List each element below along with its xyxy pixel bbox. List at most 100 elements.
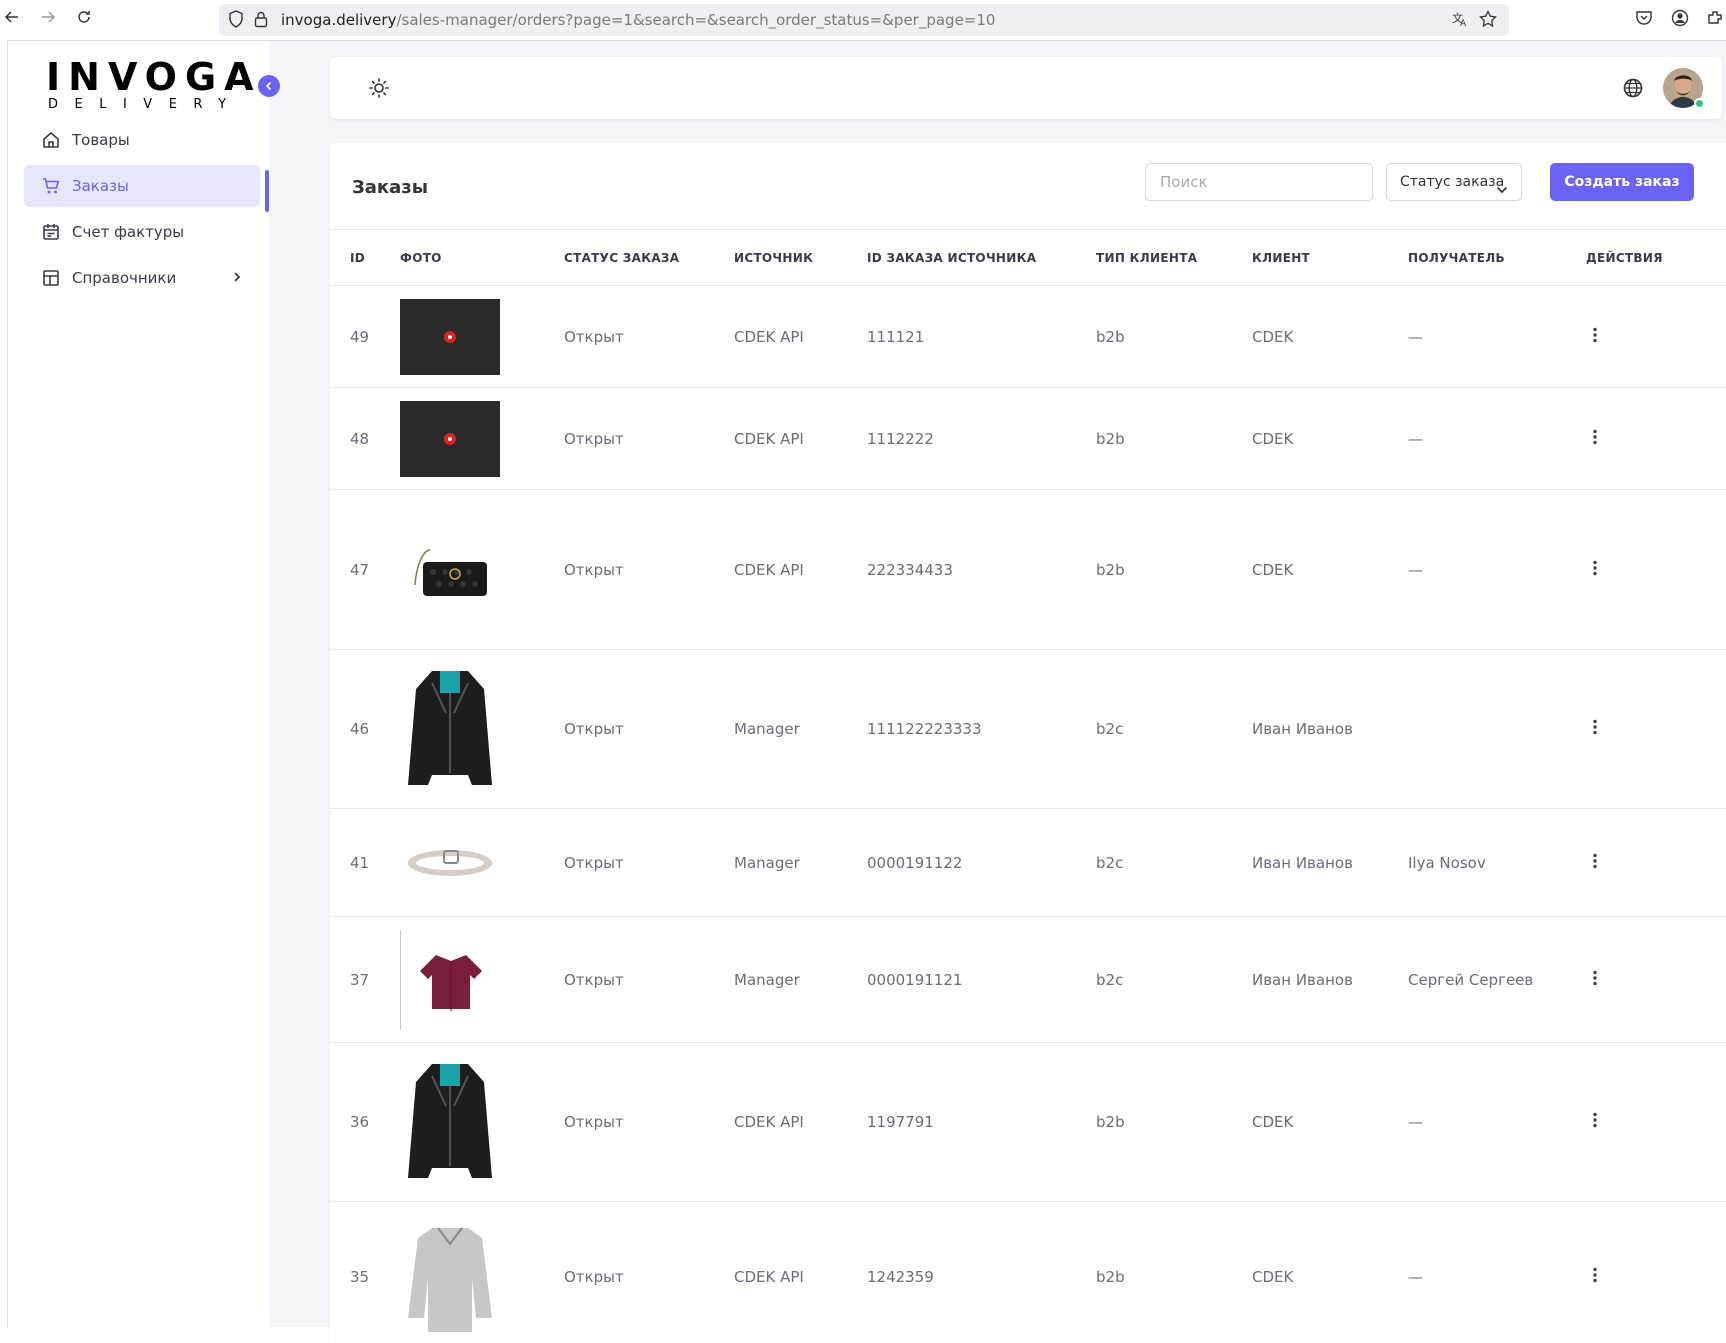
order-client: Иван Иванов (1252, 809, 1408, 917)
active-indicator (265, 170, 269, 212)
sidebar-item-orders[interactable]: Заказы (24, 165, 260, 207)
order-id: 49 (330, 286, 400, 388)
more-vertical-icon[interactable] (1592, 560, 1598, 580)
layout-icon (40, 267, 62, 289)
create-order-button[interactable]: Создать заказ (1550, 163, 1694, 201)
order-id: 35 (330, 1202, 400, 1343)
pocket-icon[interactable] (1635, 9, 1653, 31)
order-source: Manager (734, 917, 867, 1043)
order-client: Иван Иванов (1252, 650, 1408, 809)
order-source-id: 1197791 (867, 1043, 1096, 1202)
sidebar-item-products[interactable]: Товары (24, 119, 260, 161)
table-row[interactable]: 47ОткрытCDEK API222334433b2bCDEK— (330, 490, 1726, 650)
order-client-type: b2c (1096, 917, 1252, 1043)
browser-toolbar: invoga.delivery/sales-manager/orders?pag… (0, 0, 1726, 40)
collapse-sidebar-button[interactable] (258, 75, 280, 97)
header-id[interactable]: ID (330, 230, 400, 286)
order-client-type: b2c (1096, 650, 1252, 809)
header-recipient[interactable]: ПОЛУЧАТЕЛЬ (1408, 230, 1586, 286)
order-recipient: Сергей Сергеев (1408, 917, 1586, 1043)
more-vertical-icon[interactable] (1592, 327, 1598, 347)
theme-toggle-sun-icon[interactable] (368, 77, 390, 103)
home-icon (40, 129, 62, 151)
sidebar-menu: Товары Заказы Счет фактуры Справочники (24, 119, 260, 303)
order-photo[interactable] (400, 1202, 564, 1343)
sidebar-item-label: Заказы (72, 177, 129, 195)
chevron-right-icon (230, 268, 244, 290)
order-photo[interactable] (400, 1043, 564, 1202)
order-client-type: b2b (1096, 286, 1252, 388)
order-status: Открыт (564, 490, 734, 650)
order-status: Открыт (564, 1043, 734, 1202)
table-row[interactable]: 49ОткрытCDEK API111121b2bCDEK— (330, 286, 1726, 388)
account-icon[interactable] (1671, 9, 1689, 31)
header-client-type[interactable]: ТИП КЛИЕНТА (1096, 230, 1252, 286)
table-row[interactable]: 48ОткрытCDEK API1112222b2bCDEK— (330, 388, 1726, 490)
address-bar[interactable]: invoga.delivery/sales-manager/orders?pag… (219, 4, 1509, 36)
order-source-id: 1112222 (867, 388, 1096, 490)
translate-icon[interactable]: 文A (1451, 10, 1469, 32)
language-globe-icon[interactable] (1622, 77, 1644, 103)
reload-icon[interactable] (72, 8, 96, 32)
sidebar-item-label: Справочники (72, 269, 176, 287)
order-status: Открыт (564, 809, 734, 917)
order-client-type: b2c (1096, 809, 1252, 917)
order-actions (1586, 650, 1726, 809)
order-actions (1586, 490, 1726, 650)
more-vertical-icon[interactable] (1592, 1112, 1598, 1132)
more-vertical-icon[interactable] (1592, 429, 1598, 449)
sidebar-item-label: Товары (72, 131, 130, 149)
bookmark-star-icon[interactable] (1479, 10, 1497, 32)
order-photo[interactable] (400, 650, 564, 809)
order-client: CDEK (1252, 490, 1408, 650)
order-source: CDEK API (734, 1202, 867, 1343)
order-actions (1586, 1043, 1726, 1202)
more-vertical-icon[interactable] (1592, 719, 1598, 739)
order-client: CDEK (1252, 1043, 1408, 1202)
order-id: 46 (330, 650, 400, 809)
order-client: CDEK (1252, 1202, 1408, 1343)
order-status: Открыт (564, 388, 734, 490)
extensions-icon[interactable] (1706, 9, 1724, 31)
page-title: Заказы (352, 177, 428, 198)
table-row[interactable]: 36ОткрытCDEK API1197791b2bCDEK— (330, 1043, 1726, 1202)
header-client[interactable]: КЛИЕНТ (1252, 230, 1408, 286)
header-source-id[interactable]: ID ЗАКАЗА ИСТОЧНИКА (867, 230, 1096, 286)
more-vertical-icon[interactable] (1592, 1267, 1598, 1287)
order-client: CDEK (1252, 286, 1408, 388)
sidebar-item-directories[interactable]: Справочники (24, 257, 260, 299)
top-bar (330, 57, 1722, 119)
order-status-select[interactable]: Статус заказа (1386, 163, 1522, 201)
header-source[interactable]: ИСТОЧНИК (734, 230, 867, 286)
back-icon[interactable] (0, 8, 24, 32)
order-source-id: 0000191122 (867, 809, 1096, 917)
order-photo[interactable] (400, 388, 564, 490)
order-photo[interactable] (400, 809, 564, 917)
order-photo[interactable] (400, 917, 564, 1043)
order-photo[interactable] (400, 490, 564, 650)
order-client: Иван Иванов (1252, 917, 1408, 1043)
sidebar: INVOGA DELIVERY Товары Заказы Счет факту… (8, 41, 269, 1328)
more-vertical-icon[interactable] (1592, 970, 1598, 990)
order-status: Открыт (564, 917, 734, 1043)
header-status[interactable]: СТАТУС ЗАКАЗА (564, 230, 734, 286)
order-actions (1586, 809, 1726, 917)
shield-icon[interactable] (228, 10, 244, 32)
orders-table: ID ФОТО СТАТУС ЗАКАЗА ИСТОЧНИК ID ЗАКАЗА… (330, 229, 1726, 1343)
table-row[interactable]: 37ОткрытManager0000191121b2cИван ИвановС… (330, 917, 1726, 1043)
order-id: 47 (330, 490, 400, 650)
order-client-type: b2b (1096, 490, 1252, 650)
table-row[interactable]: 46ОткрытManager111122223333b2cИван Ивано… (330, 650, 1726, 809)
order-id: 41 (330, 809, 400, 917)
more-vertical-icon[interactable] (1592, 853, 1598, 873)
table-row[interactable]: 41ОткрытManager0000191122b2cИван ИвановI… (330, 809, 1726, 917)
lock-icon[interactable] (254, 10, 268, 32)
search-input[interactable] (1145, 163, 1373, 201)
cart-icon (40, 175, 62, 197)
header-photo: ФОТО (400, 230, 564, 286)
sidebar-item-invoices[interactable]: Счет фактуры (24, 211, 260, 253)
url-text[interactable]: invoga.delivery/sales-manager/orders?pag… (281, 11, 995, 29)
order-photo[interactable] (400, 286, 564, 388)
forward-icon[interactable] (36, 8, 60, 32)
table-row[interactable]: 35ОткрытCDEK API1242359b2bCDEK— (330, 1202, 1726, 1343)
